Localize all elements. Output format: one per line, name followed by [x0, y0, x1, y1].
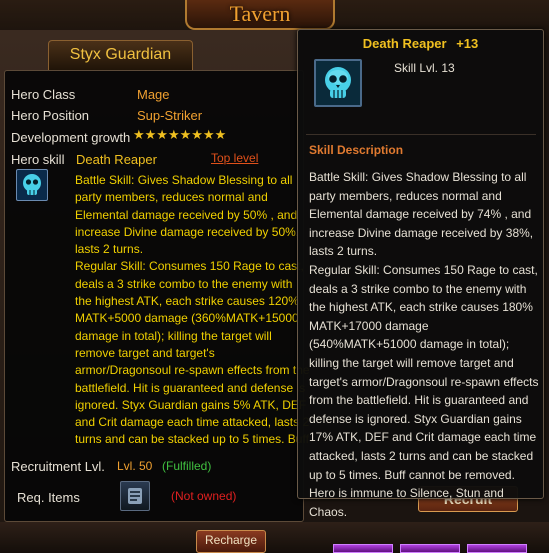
hero-skill-description: Battle Skill: Gives Shadow Blessing to a…: [75, 173, 310, 450]
req-items-status: (Not owned): [171, 489, 237, 503]
hero-skill-label: Hero skill: [11, 152, 65, 167]
tooltip-skill-plus: +13: [456, 36, 479, 51]
hero-position-label: Hero Position: [11, 108, 90, 123]
purple-tab-2[interactable]: [400, 544, 460, 553]
skull-icon[interactable]: [16, 169, 48, 201]
scroll-item-icon[interactable]: [120, 481, 150, 511]
skull-icon: [314, 59, 362, 107]
top-level-link[interactable]: Top level: [211, 151, 258, 165]
hero-name-tab: Styx Guardian: [48, 40, 193, 70]
growth-label: Development growth: [11, 130, 131, 145]
purple-tab-3[interactable]: [467, 544, 527, 553]
growth-row: Development growth: [11, 130, 130, 145]
recruit-level: Lvl. 50: [117, 459, 153, 473]
tooltip-description: Battle Skill: Gives Shadow Blessing to a…: [309, 170, 539, 519]
recruit-label: Recruitment Lvl.: [11, 459, 105, 474]
hero-position-row: Hero Position: [11, 108, 89, 123]
req-items-row: Req. Items: [17, 490, 80, 505]
hero-skill-name: Death Reaper: [76, 152, 157, 167]
tooltip-skill-name: Death Reaper: [362, 36, 447, 51]
hero-class-row: Hero Class: [11, 87, 75, 102]
tooltip-section-title: Skill Description: [309, 143, 404, 157]
recruit-row: Recruitment Lvl.: [11, 459, 105, 474]
hero-class-label: Hero Class: [11, 87, 76, 102]
hero-position-value: Sup-Striker: [137, 108, 203, 123]
req-items-label: Req. Items: [17, 490, 80, 505]
tooltip-divider: [306, 134, 536, 135]
screen-title: Tavern: [185, 0, 335, 30]
tooltip-title: Death Reaper +13: [298, 36, 543, 51]
purple-tab-1[interactable]: [333, 544, 393, 553]
recharge-button[interactable]: Recharge: [196, 530, 266, 553]
tooltip-skill-level: Skill Lvl. 13: [394, 61, 455, 75]
skill-tooltip: Death Reaper +13 Skill Lvl. 13 Skill Des…: [297, 29, 544, 519]
hero-class-value: Mage: [137, 87, 170, 102]
growth-stars: ★★★★★★★★: [133, 127, 227, 142]
hero-skill-row: Hero skill: [11, 152, 64, 167]
recruit-status: (Fulfilled): [162, 459, 212, 473]
